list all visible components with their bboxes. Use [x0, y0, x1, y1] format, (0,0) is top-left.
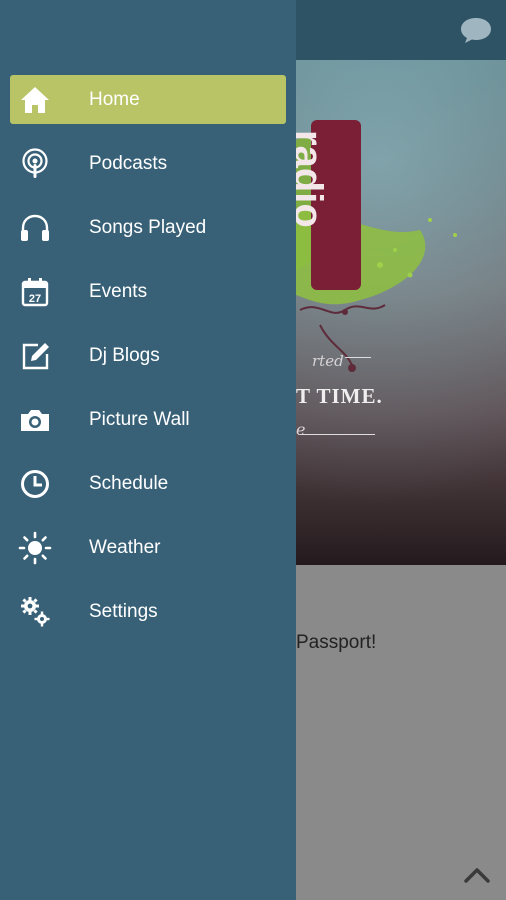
- menu-item-events[interactable]: 27 Events: [0, 260, 296, 324]
- menu-item-home[interactable]: Home: [0, 68, 296, 132]
- camera-icon: [21, 410, 49, 431]
- hero-headline: T TIME.: [296, 384, 383, 408]
- menu-item-schedule[interactable]: Schedule: [0, 452, 296, 516]
- menu-item-settings[interactable]: Settings: [0, 580, 296, 644]
- podcast-icon: [22, 148, 48, 178]
- sun-icon: [18, 531, 52, 565]
- menu-label: Dj Blogs: [89, 345, 160, 366]
- menu-label: Schedule: [89, 473, 169, 494]
- menu-label: Weather: [89, 537, 161, 558]
- drawer-menu: Home Podcasts Songs Played 27 Events Dj …: [0, 68, 296, 644]
- gears-icon: [21, 597, 50, 627]
- calendar-day-text: 27: [29, 293, 41, 305]
- menu-item-songs-played[interactable]: Songs Played: [0, 196, 296, 260]
- menu-label: Settings: [89, 601, 158, 622]
- calendar-icon: 27: [21, 278, 49, 307]
- menu-item-weather[interactable]: Weather: [0, 516, 296, 580]
- menu-label: Songs Played: [89, 217, 207, 238]
- chevron-up-icon[interactable]: [462, 864, 492, 884]
- menu-label: Picture Wall: [89, 409, 190, 430]
- edit-icon: [22, 343, 49, 370]
- menu-item-podcasts[interactable]: Podcasts: [0, 132, 296, 196]
- menu-label: Events: [89, 281, 148, 302]
- hero-tagline: rted: [312, 352, 344, 370]
- clock-icon: [21, 470, 49, 498]
- hero-signature: e: [296, 420, 306, 439]
- content-text: Passport!: [296, 632, 377, 653]
- menu-item-picture-wall[interactable]: Picture Wall: [0, 388, 296, 452]
- menu-label: Podcasts: [89, 153, 168, 174]
- headphones-icon: [21, 214, 49, 241]
- menu-label: Home: [89, 89, 140, 110]
- home-icon: [21, 87, 49, 113]
- menu-item-dj-blogs[interactable]: Dj Blogs: [0, 324, 296, 388]
- navigation-drawer: Home Podcasts Songs Played 27 Events Dj …: [0, 0, 296, 900]
- chat-bubble-icon[interactable]: [460, 16, 492, 44]
